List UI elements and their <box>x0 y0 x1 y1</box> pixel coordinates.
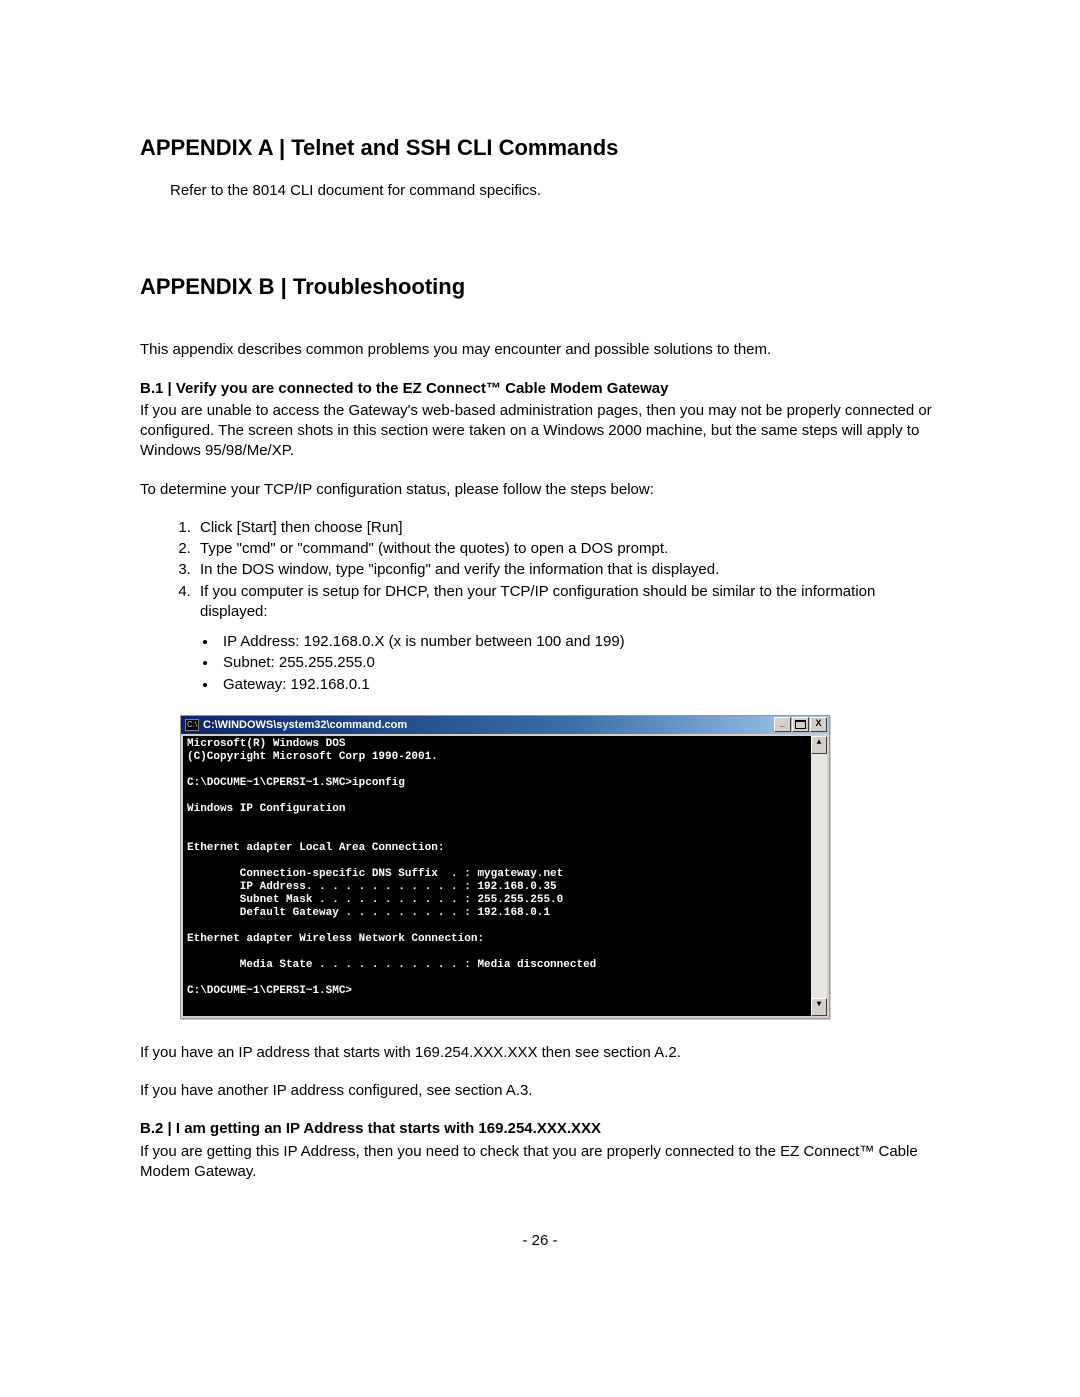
command-output[interactable]: Microsoft(R) Windows DOS (C)Copyright Mi… <box>183 736 811 1016</box>
b1-lead: To determine your TCP/IP configuration s… <box>140 480 940 500</box>
appendix-a-heading: APPENDIX A | Telnet and SSH CLI Commands <box>140 135 940 161</box>
list-item: Type "cmd" or "command" (without the quo… <box>195 539 940 559</box>
b1-paragraph: If you are unable to access the Gateway'… <box>140 401 940 462</box>
list-item: If you computer is setup for DHCP, then … <box>195 582 940 623</box>
page-number: - 26 - <box>140 1232 940 1249</box>
maximize-button[interactable] <box>792 717 809 732</box>
list-item: IP Address: 192.168.0.X (x is number bet… <box>218 632 940 652</box>
scroll-down-button[interactable]: ▼ <box>811 998 827 1016</box>
after-text-1: If you have an IP address that starts wi… <box>140 1043 940 1063</box>
b1-title: B.1 | Verify you are connected to the EZ… <box>140 379 940 399</box>
list-item: In the DOS window, type "ipconfig" and v… <box>195 560 940 580</box>
appendix-b-heading: APPENDIX B | Troubleshooting <box>140 274 940 300</box>
window-title: C:\WINDOWS\system32\command.com <box>203 719 773 731</box>
close-button[interactable]: X <box>810 717 827 732</box>
scrollbar[interactable]: ▲ ▼ <box>811 736 827 1016</box>
appendix-b-intro: This appendix describes common problems … <box>140 340 940 360</box>
document-page: APPENDIX A | Telnet and SSH CLI Commands… <box>0 0 1080 1309</box>
b2-title: B.2 | I am getting an IP Address that st… <box>140 1119 940 1139</box>
list-item: Gateway: 192.168.0.1 <box>218 675 940 695</box>
scroll-track[interactable] <box>811 754 827 998</box>
b1-bullets: IP Address: 192.168.0.X (x is number bet… <box>140 632 940 695</box>
cmd-icon: C:\ <box>185 719 199 731</box>
scroll-up-button[interactable]: ▲ <box>811 736 827 754</box>
command-prompt-window: C:\ C:\WINDOWS\system32\command.com _ X … <box>180 715 830 1019</box>
minimize-button[interactable]: _ <box>774 717 791 732</box>
after-text-2: If you have another IP address configure… <box>140 1081 940 1101</box>
list-item: Click [Start] then choose [Run] <box>195 518 940 538</box>
b1-steps-list: Click [Start] then choose [Run] Type "cm… <box>140 518 940 622</box>
list-item: Subnet: 255.255.255.0 <box>218 653 940 673</box>
window-titlebar[interactable]: C:\ C:\WINDOWS\system32\command.com _ X <box>181 716 829 734</box>
appendix-a-text: Refer to the 8014 CLI document for comma… <box>170 181 940 201</box>
b2-paragraph: If you are getting this IP Address, then… <box>140 1142 940 1183</box>
